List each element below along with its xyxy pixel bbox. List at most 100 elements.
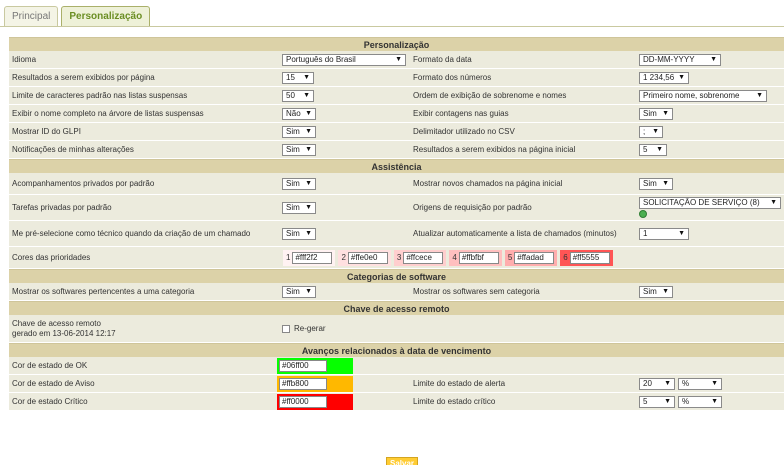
- preselect-select[interactable]: Sim ▼: [282, 227, 316, 240]
- atualizar-select[interactable]: 1 ▼: [639, 227, 689, 240]
- delimitador-label: Delimitador utilizado no CSV: [413, 126, 515, 136]
- aviso-color-swatch[interactable]: #ffb800: [277, 375, 353, 392]
- priority-colors: 1 #fff2f2 2 #ffe0e0 3 #ffcece 4 #ffbfbf 5 #ffadad…: [283, 247, 616, 268]
- priority-color-input[interactable]: #ffadad: [514, 251, 555, 264]
- chevron-down-icon: ▼: [678, 73, 685, 81]
- nome-completo-select[interactable]: Não ▼: [282, 107, 316, 120]
- ordem-select[interactable]: Primeiro nome, sobrenome ▼: [639, 89, 767, 102]
- row-cores: Cores das prioridades 1 #fff2f2 2 #ffe0e0 3 #…: [9, 247, 784, 269]
- formato-numeros-label: Formato dos números: [413, 72, 492, 82]
- regerar-option[interactable]: Re-gerar: [282, 315, 326, 342]
- priority-color-input[interactable]: #ff5555: [569, 251, 610, 264]
- chave-label: Chave de acesso remoto gerado em 13-06-2…: [12, 315, 116, 342]
- alerta-unit-select[interactable]: % ▼: [678, 377, 722, 390]
- priority-color-1[interactable]: 1 #fff2f2: [283, 249, 336, 266]
- chevron-down-icon: ▼: [305, 203, 312, 211]
- novos-select[interactable]: Sim ▼: [639, 177, 673, 190]
- resultados-inicial-select[interactable]: 5 ▼: [639, 143, 667, 156]
- mostrar-id-select[interactable]: Sim ▼: [282, 125, 316, 138]
- formato-numeros-select[interactable]: 1 234,56 ▼: [639, 71, 689, 84]
- acomp-label: Acompanhamentos privados por padrão: [12, 178, 155, 188]
- priority-number: 5: [507, 252, 513, 262]
- priority-color-input[interactable]: #ffe0e0: [347, 251, 388, 264]
- section-header-assistencia: Assistência: [9, 159, 784, 173]
- cores-label: Cores das prioridades: [12, 252, 91, 262]
- priority-number: 3: [396, 252, 402, 262]
- sem-categoria-select[interactable]: Sim ▼: [639, 285, 673, 298]
- priority-color-2[interactable]: 2 #ffe0e0: [338, 249, 391, 266]
- limite-select[interactable]: 50 ▼: [282, 89, 314, 102]
- regerar-label: Re-gerar: [294, 323, 326, 333]
- resultados-select[interactable]: 15 ▼: [282, 71, 314, 84]
- chevron-down-icon: ▼: [664, 397, 671, 405]
- critico-color-input[interactable]: #ff0000: [279, 395, 327, 408]
- critico-color-swatch[interactable]: #ff0000: [277, 393, 353, 410]
- sem-categoria-label: Mostrar os softwares sem categoria: [413, 286, 540, 296]
- limite-critico-select[interactable]: 5 ▼: [639, 395, 675, 408]
- save-button[interactable]: Salvar: [386, 457, 418, 465]
- chevron-down-icon: ▼: [770, 199, 777, 206]
- row-notificacoes: Notificações de minhas alterações Sim ▼ R…: [9, 141, 784, 159]
- section-header-avancos: Avanços relacionados à data de venciment…: [9, 343, 784, 357]
- chevron-down-icon: ▼: [662, 179, 669, 187]
- row-software: Mostrar os softwares pertencentes a uma …: [9, 283, 784, 301]
- chevron-down-icon: ▼: [305, 127, 312, 135]
- acomp-select[interactable]: Sim ▼: [282, 177, 316, 190]
- priority-color-6[interactable]: 6 #ff5555: [560, 249, 613, 266]
- alerta-label: Limite do estado de alerta: [413, 378, 506, 388]
- alerta-select[interactable]: 20 ▼: [639, 377, 675, 390]
- section-header-chave: Chave de acesso remoto: [9, 301, 784, 315]
- origens-label: Origens de requisição por padrão: [413, 202, 532, 212]
- preferences-panel: Personalização Idioma Português do Brasi…: [9, 37, 784, 411]
- formato-data-label: Formato da data: [413, 54, 472, 64]
- notificacoes-select[interactable]: Sim ▼: [282, 143, 316, 156]
- priority-color-input[interactable]: #fff2f2: [292, 251, 333, 264]
- limite-critico-unit-select[interactable]: % ▼: [678, 395, 722, 408]
- aviso-color-input[interactable]: #ffb800: [279, 377, 327, 390]
- priority-color-5[interactable]: 5 #ffadad: [504, 249, 558, 266]
- chevron-down-icon: ▼: [662, 109, 669, 117]
- pertencentes-select[interactable]: Sim ▼: [282, 285, 316, 298]
- tarefas-select[interactable]: Sim ▼: [282, 201, 316, 214]
- chave-title: Chave de acesso remoto: [12, 318, 101, 328]
- tab-personalizacao[interactable]: Personalização: [61, 6, 151, 26]
- row-resultados: Resultados a serem exibidos por página 1…: [9, 69, 784, 87]
- mostrar-id-label: Mostrar ID do GLPI: [12, 126, 81, 136]
- row-chave: Chave de acesso remoto gerado em 13-06-2…: [9, 315, 784, 343]
- priority-color-input[interactable]: #ffbfbf: [458, 251, 499, 264]
- delimitador-select[interactable]: ; ▼: [639, 125, 663, 138]
- priority-number: 1: [286, 252, 291, 262]
- ok-label: Cor de estado de OK: [12, 360, 88, 370]
- chevron-down-icon: ▼: [305, 229, 312, 237]
- priority-color-3[interactable]: 3 #ffcece: [393, 249, 447, 266]
- tab-principal[interactable]: Principal: [4, 6, 59, 26]
- priority-color-input[interactable]: #ffcece: [403, 251, 444, 264]
- row-limite: Limite de caracteres padrão nas listas s…: [9, 87, 784, 105]
- novos-label: Mostrar novos chamados na página inicial: [413, 178, 563, 188]
- chevron-down-icon: ▼: [303, 91, 310, 99]
- row-critico: Cor de estado Crítico #ff0000 Limite do …: [9, 393, 784, 411]
- row-idioma: Idioma Português do Brasil ▼ Formato da d…: [9, 51, 784, 69]
- limite-label: Limite de caracteres padrão nas listas s…: [12, 90, 188, 100]
- regerar-checkbox[interactable]: [282, 324, 290, 333]
- ok-color-swatch[interactable]: #06ff00: [277, 357, 353, 374]
- idioma-select[interactable]: Português do Brasil ▼: [282, 53, 406, 66]
- add-icon[interactable]: [639, 210, 647, 218]
- row-acomp: Acompanhamentos privados por padrão Sim ▼…: [9, 173, 784, 195]
- ok-color-input[interactable]: #06ff00: [279, 359, 327, 372]
- chevron-down-icon: ▼: [395, 55, 402, 63]
- origens-select[interactable]: SOLICITAÇÃO DE SERVIÇO (8) ▼: [639, 197, 781, 209]
- chevron-down-icon: ▼: [664, 379, 671, 387]
- chevron-down-icon: ▼: [662, 287, 669, 295]
- row-preselect: Me pré-selecione como técnico quando da …: [9, 221, 784, 247]
- chave-generated-date: gerado em 13-06-2014 12:17: [12, 328, 116, 338]
- chevron-down-icon: ▼: [305, 179, 312, 187]
- chevron-down-icon: ▼: [710, 55, 717, 63]
- chevron-down-icon: ▼: [678, 229, 685, 237]
- formato-data-select[interactable]: DD-MM-YYYY ▼: [639, 53, 721, 66]
- row-tarefas: Tarefas privadas por padrão Sim ▼ Origens…: [9, 195, 784, 221]
- tab-bar: Principal Personalização: [4, 6, 151, 26]
- priority-color-4[interactable]: 4 #ffbfbf: [449, 249, 502, 266]
- contagens-select[interactable]: Sim ▼: [639, 107, 673, 120]
- tarefas-label: Tarefas privadas por padrão: [12, 202, 112, 212]
